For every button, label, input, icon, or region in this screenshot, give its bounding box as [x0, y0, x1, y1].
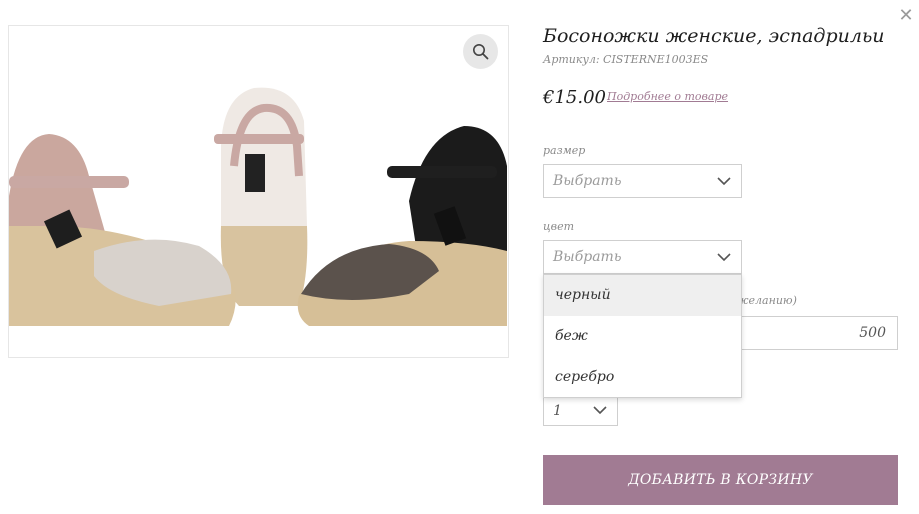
- chevron-down-icon: [717, 177, 731, 186]
- sandals-illustration: [9, 26, 508, 357]
- color-select[interactable]: Выбрать: [543, 240, 742, 274]
- product-title: Босоножки женские, эспадрильи: [543, 25, 885, 47]
- magnifier-icon: [473, 44, 489, 60]
- amount-input[interactable]: 500: [742, 316, 898, 350]
- amount-value: 500: [859, 325, 886, 341]
- size-select[interactable]: Выбрать: [543, 164, 742, 198]
- add-to-cart-button[interactable]: ДОБАВИТЬ В КОРЗИНУ: [543, 455, 898, 505]
- color-label: цвет: [543, 220, 575, 233]
- color-select-value: Выбрать: [553, 249, 622, 265]
- size-select-value: Выбрать: [553, 173, 622, 189]
- close-icon: ✕: [898, 5, 914, 26]
- quantity-value: 1: [553, 403, 562, 419]
- chevron-down-icon: [717, 253, 731, 262]
- product-price: €15.00: [543, 87, 606, 108]
- product-details-link[interactable]: Подробнее о товаре: [607, 90, 728, 103]
- zoom-button[interactable]: [463, 34, 498, 69]
- color-option[interactable]: черный: [544, 275, 741, 316]
- size-label: размер: [543, 144, 586, 157]
- close-button[interactable]: ✕: [896, 5, 916, 27]
- color-option[interactable]: серебро: [544, 357, 741, 398]
- quantity-select[interactable]: 1: [543, 395, 618, 426]
- amount-label: желанию): [736, 294, 797, 307]
- product-image[interactable]: [8, 25, 509, 358]
- product-sku: Артикул: CISTERNE1003ES: [543, 53, 709, 66]
- chevron-down-icon: [593, 406, 607, 415]
- color-dropdown-list: черный беж серебро: [543, 274, 742, 398]
- color-option[interactable]: беж: [544, 316, 741, 357]
